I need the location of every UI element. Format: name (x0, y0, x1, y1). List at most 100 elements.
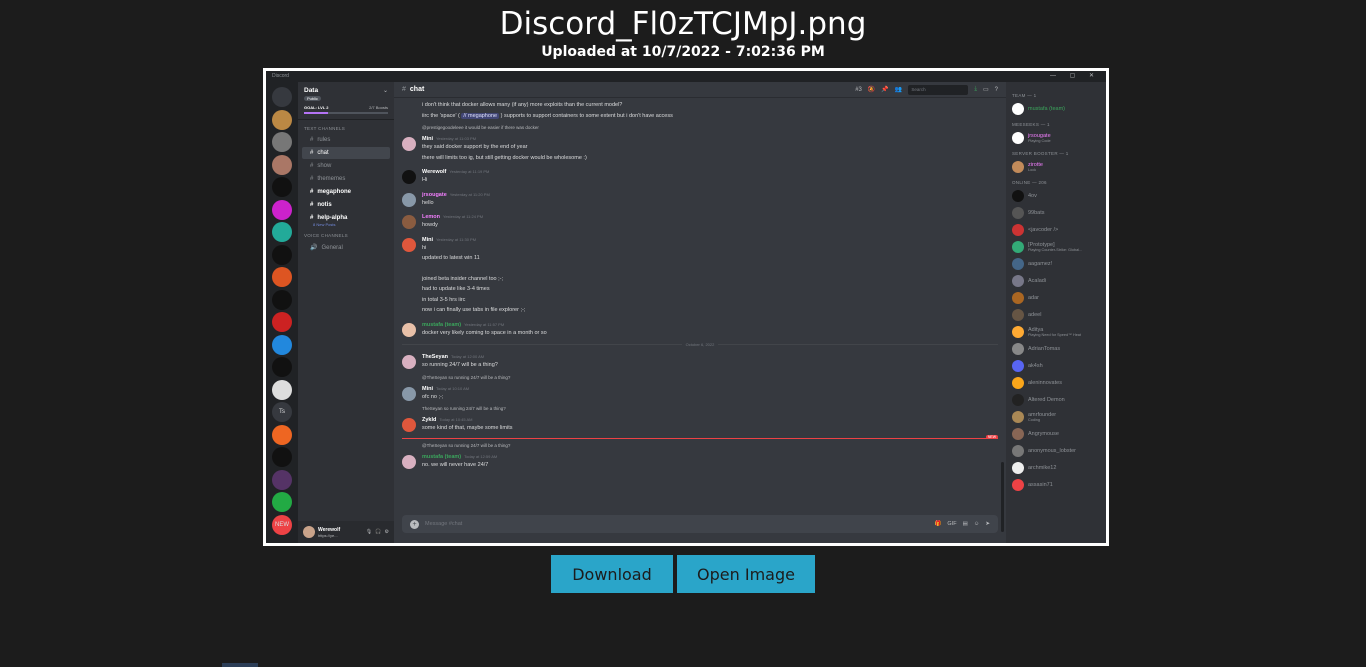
reply-reference[interactable]: @TheSeyan so running 24/7 will be a thin… (422, 443, 998, 448)
chevron-down-icon[interactable]: ⌄ (383, 87, 388, 94)
microphone-icon[interactable]: 🎙 (366, 529, 372, 535)
reply-reference[interactable]: @TheSeyan so running 24/7 will be a thin… (422, 375, 998, 380)
voice-channel-general[interactable]: 🔊 General (302, 241, 390, 254)
channel-megaphone[interactable]: # megaphone (302, 186, 390, 198)
gear-icon[interactable]: ⚙ (385, 529, 389, 535)
download-icon[interactable]: ⤓ (974, 86, 977, 93)
channel-chat[interactable]: # chat (302, 147, 390, 159)
member-item[interactable]: 4ov (1012, 190, 1100, 202)
member-item[interactable]: assasin71 (1012, 479, 1100, 491)
download-button[interactable]: Download (551, 555, 673, 593)
avatar[interactable] (402, 355, 416, 369)
guild-header[interactable]: Data ⌄ Public GOAL: LVL 2 2/7 Boosts (298, 82, 394, 120)
message-text: updated to latest win 11 (422, 255, 480, 261)
server-icon[interactable] (272, 199, 292, 220)
server-icon[interactable] (272, 244, 292, 265)
member-item[interactable]: mustafa (team) (1012, 103, 1100, 115)
channel-rules[interactable]: # rules (302, 134, 390, 146)
member-item[interactable]: [Prototype] Playing Counter-Strike: Globa… (1012, 241, 1100, 253)
channel-show[interactable]: # show (302, 160, 390, 172)
server-icon[interactable]: Ts (272, 402, 292, 422)
headphones-icon[interactable]: 🎧 (375, 529, 381, 535)
server-icon[interactable] (272, 222, 292, 242)
server-icon[interactable] (272, 87, 292, 107)
channel-mention[interactable]: // megaphone (461, 112, 500, 119)
server-icon[interactable] (272, 334, 292, 355)
member-item[interactable]: archmike12 (1012, 462, 1100, 474)
member-item[interactable]: Aditya Playing Need for Speed™ Heat (1012, 326, 1100, 338)
server-icon[interactable] (272, 154, 292, 175)
member-item[interactable]: aagamez! (1012, 258, 1100, 270)
member-item[interactable]: AdrianTomas (1012, 343, 1100, 355)
boost-count[interactable]: 2/7 Boosts (369, 105, 388, 110)
boost-progress-bar (304, 112, 388, 114)
sticker-icon[interactable]: ▤ (963, 521, 968, 527)
message-composer[interactable]: + Message #chat 🎁 GIF ▤ ☺ ➤ (402, 515, 998, 533)
avatar[interactable] (402, 137, 416, 151)
server-icon[interactable] (272, 492, 292, 512)
member-item[interactable]: zirotte Lock (1012, 161, 1100, 173)
server-icon[interactable] (272, 447, 292, 467)
server-icon[interactable] (272, 132, 292, 152)
server-icon[interactable] (272, 469, 292, 490)
server-icon[interactable] (272, 312, 292, 332)
avatar[interactable] (402, 418, 416, 432)
voice-channels-category[interactable]: VOICE CHANNELS (298, 227, 394, 240)
channel-notis[interactable]: # notis (302, 199, 390, 211)
add-attachment-icon[interactable]: + (410, 519, 419, 529)
member-item[interactable]: amrfounder Coding (1012, 411, 1100, 423)
server-icon[interactable] (272, 289, 292, 310)
avatar[interactable] (402, 237, 416, 252)
member-item[interactable]: anonymous_lobster (1012, 445, 1100, 457)
member-item[interactable]: aleninnovates (1012, 377, 1100, 389)
avatar[interactable] (402, 454, 416, 469)
server-icon[interactable] (272, 177, 292, 197)
channel-thememes[interactable]: # thememes (302, 173, 390, 185)
member-item[interactable]: Altered Demon (1012, 394, 1100, 406)
server-icon[interactable] (272, 109, 292, 130)
mute-icon[interactable]: 🔕 (868, 86, 875, 93)
member-item[interactable]: <javcoder /> (1012, 224, 1100, 236)
server-icon[interactable]: NEW (272, 514, 292, 535)
avatar[interactable] (303, 526, 315, 538)
message-body: mustafa (team) Today at 12:59 AM no. we wi… (422, 454, 998, 471)
avatar[interactable] (402, 192, 416, 207)
member-item[interactable]: Angrymouse (1012, 428, 1100, 440)
inbox-icon[interactable]: ▭ (983, 86, 989, 93)
message-author[interactable]: mustafa (team) (422, 322, 461, 328)
server-icon[interactable] (272, 357, 292, 377)
threads-icon[interactable]: #3 (855, 87, 862, 93)
member-item[interactable]: 99bats (1012, 207, 1100, 219)
avatar[interactable] (402, 215, 416, 229)
emoji-icon[interactable]: ☺ (974, 521, 980, 527)
members-icon[interactable]: 👥 (895, 86, 902, 93)
text-channels-category[interactable]: TEXT CHANNELS (298, 120, 394, 133)
server-icon[interactable] (272, 424, 292, 445)
reply-reference[interactable]: TheSeyan so running 24/7 will be a thing… (422, 406, 998, 411)
reply-reference[interactable]: @prestigegoodeleee it would be easier if… (422, 125, 998, 130)
member-item[interactable]: adar (1012, 292, 1100, 304)
help-icon[interactable]: ? (995, 87, 998, 93)
send-icon[interactable]: ➤ (985, 521, 990, 527)
window-controls[interactable]: — ▢ ✕ (1050, 72, 1100, 79)
gif-icon[interactable]: GIF (947, 521, 956, 527)
message-body: Mini Yesterday at 11:30 PM hi updated to la… (422, 237, 998, 316)
search-input[interactable]: Search (908, 84, 969, 95)
avatar[interactable] (402, 322, 416, 337)
gift-icon[interactable]: 🎁 (935, 521, 942, 527)
message-author[interactable]: Mini (422, 386, 433, 392)
avatar[interactable] (402, 386, 416, 401)
server-icon[interactable] (272, 267, 292, 287)
pin-icon[interactable]: 📌 (881, 86, 888, 93)
member-item[interactable]: adeel (1012, 309, 1100, 321)
scrollbar[interactable] (1001, 462, 1004, 532)
member-item[interactable]: jrsougate Playing Code (1012, 132, 1100, 144)
message-author[interactable]: jrsougate (422, 192, 447, 198)
message-author[interactable]: mustafa (team) (422, 454, 461, 460)
server-icon[interactable] (272, 379, 292, 400)
avatar[interactable] (402, 170, 416, 184)
member-item[interactable]: ak4sh (1012, 360, 1100, 372)
member-item[interactable]: Acaladi (1012, 275, 1100, 287)
open-image-button[interactable]: Open Image (677, 555, 815, 593)
message-author[interactable]: Mini (422, 237, 433, 243)
